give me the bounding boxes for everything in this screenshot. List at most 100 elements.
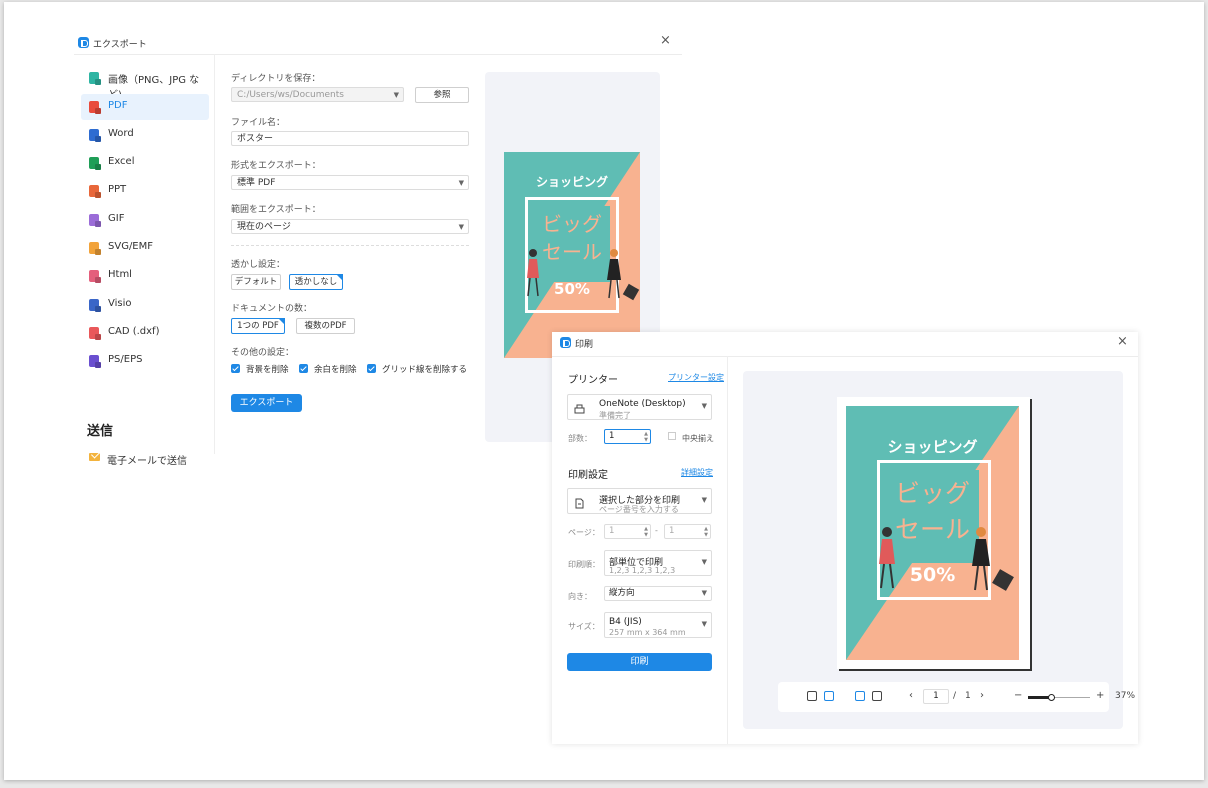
paper-size-value: B4 (JIS) [609,617,642,627]
chevron-down-icon: ▼ [701,558,707,566]
zoom-in-icon[interactable]: + [1096,690,1104,701]
sidebar-item-word[interactable]: Word [81,122,209,148]
sidebar-item-cad[interactable]: CAD (.dxf) [81,320,209,346]
orientation-label: 向き： [568,592,592,601]
mail-icon [89,453,100,461]
shopper-figure-left [527,249,539,297]
fit-page-icon[interactable] [855,691,865,701]
html-file-icon [89,270,99,282]
page-separator: / [953,691,957,701]
poster-shopping-text: ショッピング [887,438,978,456]
stepper-down-icon[interactable]: ▼ [644,437,648,443]
remove-background-label: 背景を削除 [246,365,289,375]
page-number-input[interactable]: 1 [923,689,949,704]
poster-shopping-text: ショッピング [535,175,608,189]
sidebar-item-label: Html [108,269,132,280]
filename-label: ファイル名： [231,118,286,128]
range-dash: - [655,526,658,535]
copies-label: 部数： [568,434,592,443]
single-page-view-icon[interactable] [807,691,817,701]
collate-label: 中央揃え [682,434,714,443]
paper-size-dimensions: 257 mm x 364 mm [609,628,686,637]
sidebar-item-image[interactable]: 画像（PNG、JPG など) [81,65,209,101]
remove-margin-label: 余白を削除 [314,365,357,375]
sidebar-item-label: GIF [108,213,125,224]
zoom-out-icon[interactable]: − [1014,690,1022,701]
sidebar-item-ps-eps[interactable]: PS/EPS [81,348,209,374]
word-file-icon [89,129,99,141]
next-page-icon[interactable]: › [980,690,984,701]
filename-input[interactable]: ポスター [231,131,469,146]
copies-value: 1 [609,431,615,441]
print-range-select[interactable]: 選択した部分を印刷 ページ番号を入力する ▼ [567,488,712,514]
remove-margin-checkbox[interactable] [299,364,308,373]
sidebar-item-html[interactable]: Html [81,263,209,289]
copies-stepper[interactable]: 1 ▲ ▼ [604,429,651,444]
detail-settings-link[interactable]: 詳細設定 [681,467,713,478]
shopper-figure-right [972,527,990,591]
gif-file-icon [89,214,99,226]
sidebar-item-excel[interactable]: Excel [81,150,209,176]
poster-preview-small: ショッピング ビッグ セール 50% [504,152,640,358]
page-to-input[interactable]: 1 ▲ ▼ [664,524,711,539]
printer-heading: プリンター [568,375,618,386]
page-from-input[interactable]: 1 ▲ ▼ [604,524,651,539]
multi-page-view-icon[interactable] [824,691,834,701]
print-order-select[interactable]: 部単位で印刷 1,2,3 1,2,3 1,2,3 ▼ [604,550,712,576]
divider [231,245,469,246]
format-select[interactable]: 標準 PDF ▼ [231,175,469,190]
sidebar-item-label: CAD (.dxf) [108,326,160,337]
zoom-slider[interactable] [1028,694,1090,701]
stepper-down-icon[interactable]: ▼ [644,532,648,538]
directory-input[interactable]: C:/Users/ws/Documents ▼ [231,87,404,102]
sidebar-item-label: PPT [108,184,127,195]
printer-name: OneNote (Desktop) [599,399,686,409]
send-heading: 送信 [87,424,114,439]
stepper-down-icon[interactable]: ▼ [704,532,708,538]
export-button[interactable]: エクスポート [231,394,302,412]
range-label: 範囲をエクスポート： [231,205,321,215]
sidebar-item-visio[interactable]: Visio [81,292,209,318]
sidebar-item-pdf[interactable]: PDF [81,94,209,120]
cad-file-icon [89,327,99,339]
preview-toolbar: ‹ 1 / 1 › − + 37% [778,682,1135,712]
remove-background-checkbox[interactable] [231,364,240,373]
close-icon[interactable]: × [1117,334,1128,349]
export-format-sidebar: 画像（PNG、JPG など) PDF Word Excel PPT GIF [74,54,215,467]
doc-count-label: ドキュメントの数： [231,304,313,314]
sidebar-item-ppt[interactable]: PPT [81,178,209,204]
printer-settings-link[interactable]: プリンター設定 [668,372,724,383]
fit-width-icon[interactable] [872,691,882,701]
multiple-pdf-button[interactable]: 複数のPDF [296,318,355,334]
print-dialog: 印刷 × プリンター プリンター設定 OneNote (Desktop) 準備完… [552,332,1138,744]
order-label: 印刷順： [568,560,600,569]
prev-page-icon[interactable]: ‹ [909,690,913,701]
print-titlebar: 印刷 × [552,332,1138,357]
range-select[interactable]: 現在のページ ▼ [231,219,469,234]
page-total: 1 [965,691,971,701]
directory-value: C:/Users/ws/Documents [237,90,344,100]
print-range-hint: ページ番号を入力する [599,505,679,514]
sidebar-item-gif[interactable]: GIF [81,207,209,233]
collate-checkbox[interactable] [668,432,676,440]
watermark-default-button[interactable]: デフォルト [231,274,281,290]
print-settings-panel: プリンター プリンター設定 OneNote (Desktop) 準備完了 ▼ 部… [552,356,728,744]
app-logo-icon [78,37,89,48]
app-logo-icon [560,337,571,348]
orientation-select[interactable]: 縦方向 ▼ [604,586,712,601]
paper-size-select[interactable]: B4 (JIS) 257 mm x 364 mm ▼ [604,612,712,638]
chevron-down-icon: ▼ [701,402,707,410]
directory-label: ディレクトリを保存： [231,74,321,84]
browse-button[interactable]: 参照 [415,87,469,103]
watermark-none-button[interactable]: 透かしなし [289,274,343,290]
printer-select[interactable]: OneNote (Desktop) 準備完了 ▼ [567,394,712,420]
sidebar-item-svg-emf[interactable]: SVG/EMF [81,235,209,261]
zoom-slider-handle[interactable] [1047,694,1055,701]
single-pdf-button[interactable]: 1つの PDF [231,318,285,334]
remove-grid-checkbox[interactable] [367,364,376,373]
close-icon[interactable]: × [660,33,671,48]
printer-status: 準備完了 [599,411,631,420]
ps-file-icon [89,355,99,367]
send-email-link[interactable]: 電子メールで送信 [107,452,187,467]
print-button[interactable]: 印刷 [567,653,712,671]
